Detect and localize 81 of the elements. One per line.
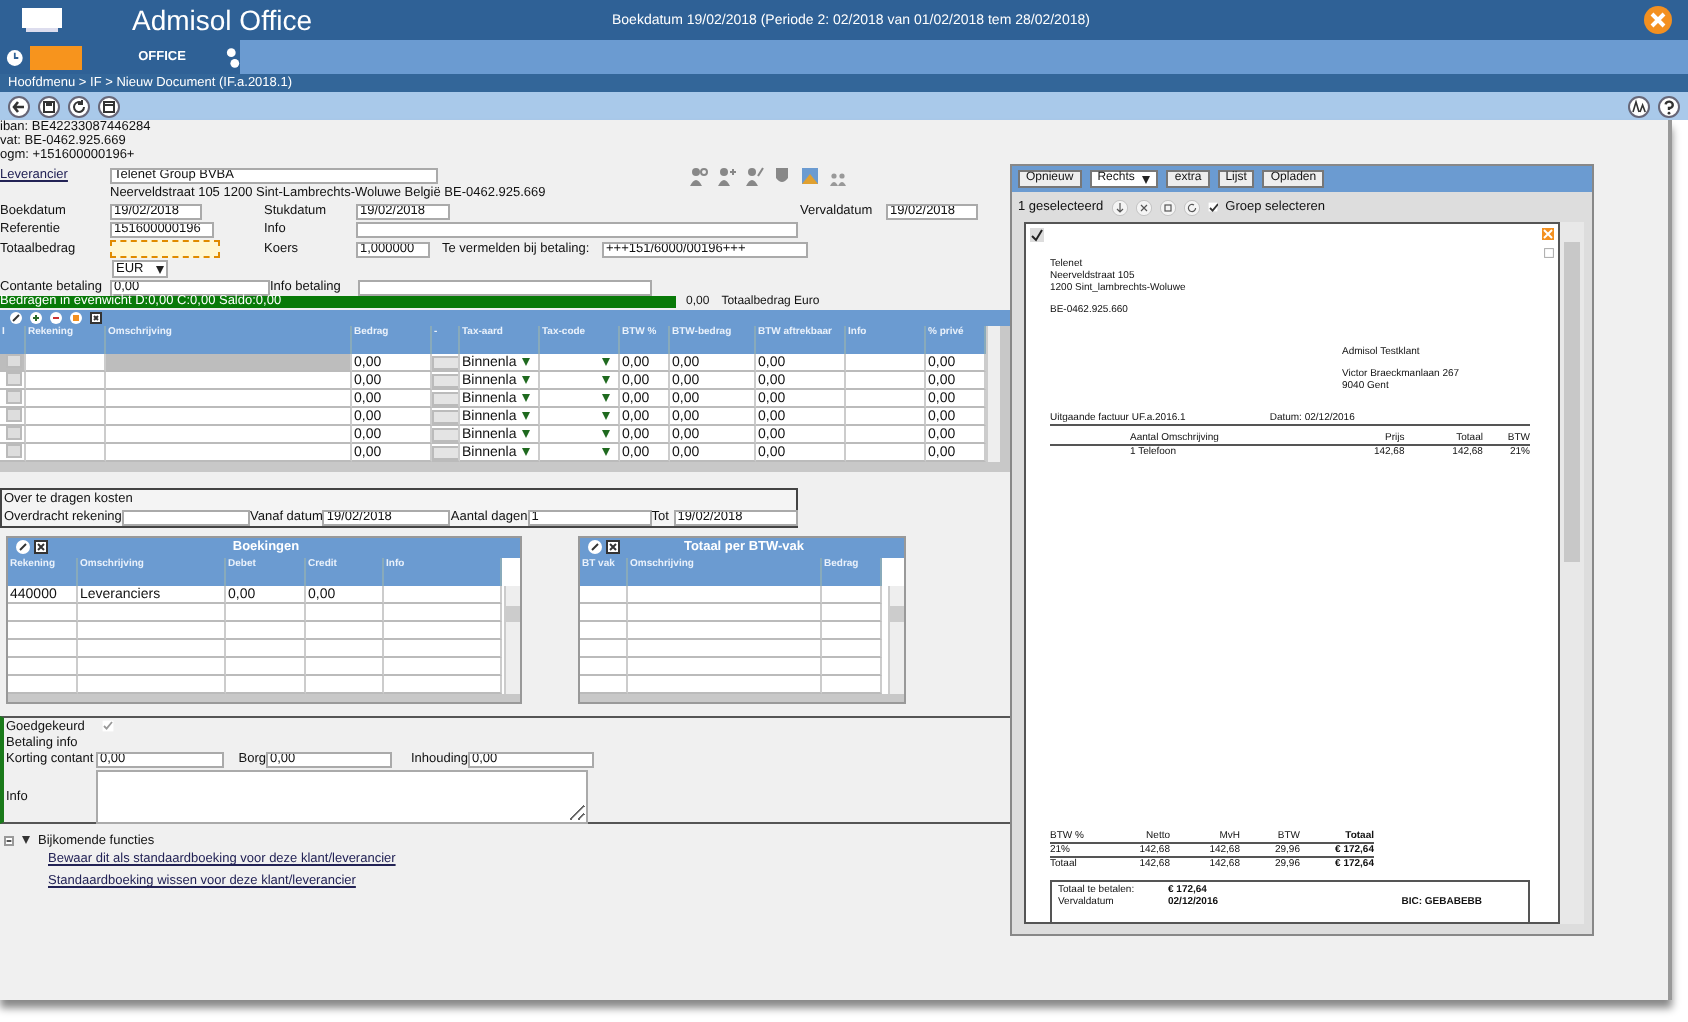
- close-icon[interactable]: [1644, 6, 1672, 34]
- table-cell[interactable]: [846, 408, 926, 426]
- row-selector-cell[interactable]: [0, 444, 26, 462]
- select-cell[interactable]: [540, 372, 620, 390]
- total-field[interactable]: [110, 240, 220, 258]
- spreadsheet-icon[interactable]: [606, 540, 620, 555]
- back-icon[interactable]: [8, 95, 30, 117]
- remove-icon[interactable]: [50, 312, 62, 324]
- table-cell[interactable]: [26, 408, 106, 426]
- select-cell[interactable]: [540, 354, 620, 372]
- expand-icon[interactable]: [1543, 248, 1553, 258]
- edit-icon[interactable]: [16, 540, 30, 555]
- table-cell[interactable]: [106, 354, 352, 372]
- save-icon[interactable]: [38, 95, 60, 117]
- bookmark-icon[interactable]: [70, 312, 82, 324]
- spreadsheet-icon[interactable]: [90, 312, 102, 324]
- row-button[interactable]: [432, 390, 460, 408]
- select-cell[interactable]: [540, 426, 620, 444]
- check-icon[interactable]: [1030, 228, 1044, 242]
- row-button[interactable]: [432, 426, 460, 444]
- table-cell[interactable]: [106, 444, 352, 462]
- clock-icon[interactable]: [6, 47, 24, 67]
- refresh-icon[interactable]: [68, 95, 90, 117]
- app-title: Admisol Office: [132, 2, 312, 40]
- text-size-icon[interactable]: [1628, 95, 1650, 117]
- row-button[interactable]: [432, 354, 460, 372]
- shield-icon[interactable]: [772, 165, 792, 185]
- row-button[interactable]: [432, 372, 460, 390]
- row-button[interactable]: [432, 408, 460, 426]
- image-icon[interactable]: [800, 165, 820, 185]
- monitor-icon: [20, 6, 64, 34]
- table-cell[interactable]: [26, 444, 106, 462]
- table-cell[interactable]: [846, 444, 926, 462]
- add-icon[interactable]: [30, 312, 42, 324]
- table-cell[interactable]: [106, 426, 352, 444]
- settings-icon[interactable]: [225, 45, 240, 69]
- table-cell[interactable]: [26, 372, 106, 390]
- select-cell[interactable]: [540, 390, 620, 408]
- person-edit-icon[interactable]: [744, 165, 764, 185]
- edit-icon[interactable]: [588, 540, 602, 555]
- table-cell[interactable]: [106, 372, 352, 390]
- table-cell[interactable]: [26, 354, 106, 372]
- user-tab[interactable]: [29, 45, 83, 69]
- delete-icon[interactable]: [1135, 199, 1152, 215]
- row-selector-cell[interactable]: [0, 372, 26, 390]
- row-selector-cell[interactable]: [0, 390, 26, 408]
- copy-icon[interactable]: [1159, 199, 1176, 215]
- payment-info-field[interactable]: [358, 279, 652, 295]
- info-field[interactable]: [356, 221, 798, 237]
- info-textarea[interactable]: [96, 769, 588, 823]
- table-cell[interactable]: [846, 354, 926, 372]
- collapse-icon[interactable]: [4, 835, 14, 845]
- row-selector-cell[interactable]: [0, 426, 26, 444]
- table-cell[interactable]: [846, 372, 926, 390]
- select-cell[interactable]: [540, 444, 620, 462]
- refresh-icon[interactable]: [1183, 199, 1200, 215]
- person-add-icon[interactable]: [716, 165, 736, 185]
- select-cell[interactable]: [540, 408, 620, 426]
- scrollbar[interactable]: [1560, 222, 1584, 924]
- table-cell[interactable]: [26, 390, 106, 408]
- account-field[interactable]: [122, 509, 250, 525]
- edit-icon[interactable]: [10, 312, 22, 324]
- table-cell[interactable]: [26, 426, 106, 444]
- table-cell[interactable]: [106, 390, 352, 408]
- expand-caret-icon[interactable]: [22, 836, 30, 844]
- calendar-icon[interactable]: [98, 95, 120, 117]
- row-button[interactable]: [432, 444, 460, 462]
- row-selector-cell[interactable]: [0, 408, 26, 426]
- row-selector-cell[interactable]: [0, 354, 26, 372]
- approved-checkbox[interactable]: [102, 720, 114, 732]
- group-checkbox[interactable]: [1207, 202, 1218, 212]
- spreadsheet-icon[interactable]: [34, 540, 48, 555]
- table-cell[interactable]: [106, 408, 352, 426]
- help-icon[interactable]: [1658, 95, 1680, 117]
- download-icon[interactable]: [1111, 199, 1128, 215]
- scrollbar[interactable]: [986, 326, 1000, 462]
- person-search-icon[interactable]: [688, 165, 708, 185]
- scrollbar[interactable]: [504, 585, 520, 694]
- table-cell[interactable]: [846, 390, 926, 408]
- table-cell[interactable]: [846, 426, 926, 444]
- scrollbar[interactable]: [888, 585, 904, 694]
